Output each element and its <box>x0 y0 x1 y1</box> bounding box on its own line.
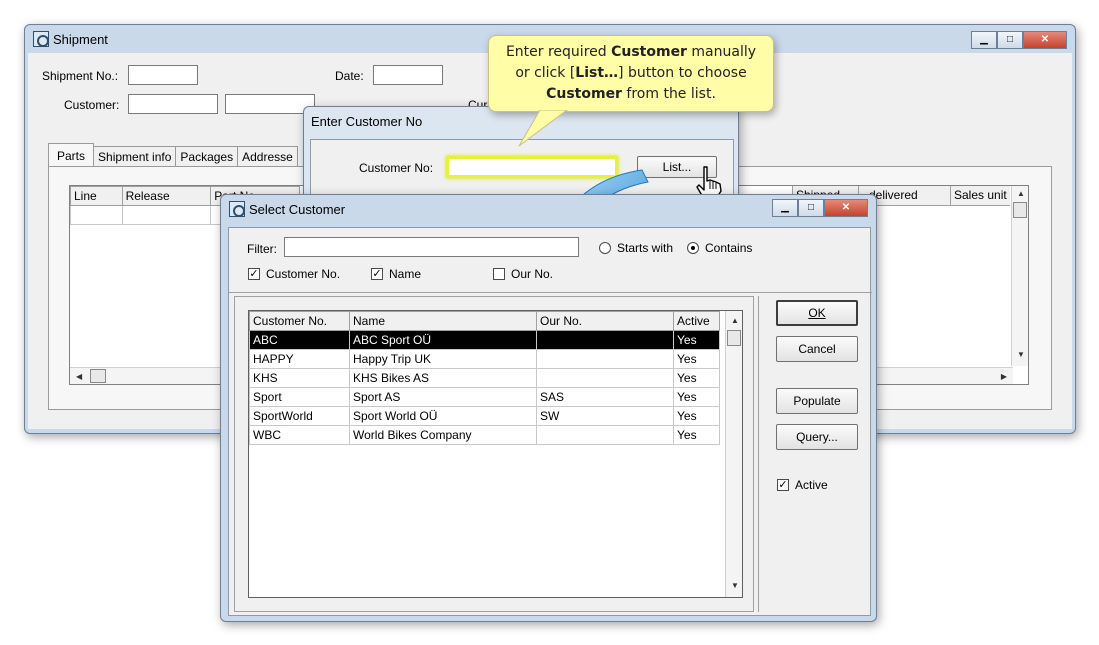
parts-grid-vscroll[interactable]: ▲ ▼ <box>1011 186 1028 366</box>
query-button[interactable]: Query... <box>776 424 858 450</box>
select-customer-dialog: Select Customer ▁ □ ✕ Filter: Starts wit… <box>220 194 877 622</box>
col-customer-no[interactable]: Customer No. <box>249 311 350 331</box>
shipment-title: Shipment <box>53 31 108 47</box>
table-row[interactable]: KHS KHS Bikes AS Yes <box>249 368 720 388</box>
customer-table-header: Customer No. Name Our No. Active <box>249 311 720 331</box>
enter-customer-title: Enter Customer No <box>311 113 423 129</box>
customer-no-input[interactable] <box>446 156 618 178</box>
help-callout: Enter required Customer manually or clic… <box>488 35 774 112</box>
shipment-window-controls: ▁ □ ✕ <box>971 31 1067 49</box>
starts-with-radio[interactable]: Starts with <box>599 241 673 255</box>
select-customer-window-controls: ▁ □ ✕ <box>772 199 868 217</box>
name-checkbox[interactable]: ✓ Name <box>371 267 421 281</box>
table-row[interactable]: Sport Sport AS SAS Yes <box>249 387 720 407</box>
starts-with-radio-dot[interactable] <box>599 242 611 254</box>
customer-grid[interactable]: Customer No. Name Our No. Active ABC ABC … <box>248 310 743 598</box>
table-row[interactable]: HAPPY Happy Trip UK Yes <box>249 349 720 369</box>
select-customer-client: Filter: Starts with Contains ✓ Customer N… <box>228 227 872 616</box>
customer-label: Customer: <box>64 98 120 112</box>
parts-grid-hscroll-thumb[interactable] <box>90 369 106 383</box>
maximize-button[interactable]: □ <box>798 199 824 217</box>
customer-no-checkbox[interactable]: ✓ Customer No. <box>248 267 340 281</box>
table-row[interactable]: ABC ABC Sport OÜ Yes <box>249 330 720 350</box>
populate-button[interactable]: Populate <box>776 388 858 414</box>
our-no-checkbox[interactable]: Our No. <box>493 267 553 281</box>
divider <box>229 292 872 293</box>
cancel-button[interactable]: Cancel <box>776 336 858 362</box>
callout-pointer <box>518 110 568 147</box>
col-name[interactable]: Name <box>349 311 537 331</box>
checkmark-icon[interactable]: ✓ <box>777 479 789 491</box>
customer-name-input[interactable] <box>225 94 315 114</box>
ok-label: OK <box>808 306 826 320</box>
minimize-button[interactable]: ▁ <box>971 31 997 49</box>
customer-grid-vscroll[interactable]: ▲ ▼ <box>725 311 742 597</box>
active-checkbox[interactable]: ✓ Active <box>777 478 828 492</box>
date-input[interactable] <box>373 65 443 85</box>
app-icon <box>229 201 245 217</box>
shipment-no-label: Shipment No.: <box>42 69 119 83</box>
col-sales-unit[interactable]: Sales unit <box>950 186 1010 205</box>
maximize-button[interactable]: □ <box>997 31 1023 49</box>
customer-table: Customer No. Name Our No. Active ABC ABC … <box>249 311 720 445</box>
select-customer-title: Select Customer <box>249 201 346 217</box>
col-active[interactable]: Active <box>673 311 720 331</box>
close-button[interactable]: ✕ <box>824 199 868 217</box>
cancel-label: Cancel <box>798 342 836 356</box>
col-line[interactable]: Line <box>70 186 123 206</box>
checkmark-icon[interactable]: ✓ <box>248 268 260 280</box>
filter-label: Filter: <box>247 242 277 256</box>
col-release[interactable]: Release <box>121 186 212 206</box>
shipment-no-input[interactable] <box>128 65 198 85</box>
app-icon <box>33 31 49 47</box>
contains-radio[interactable]: Contains <box>687 241 752 255</box>
checkmark-icon[interactable]: ✓ <box>371 268 383 280</box>
close-button[interactable]: ✕ <box>1023 31 1067 49</box>
table-row[interactable]: WBC World Bikes Company Yes <box>249 425 720 445</box>
customer-no-label: Customer No: <box>359 161 434 175</box>
parts-grid-vscroll-thumb[interactable] <box>1013 202 1027 218</box>
ok-button[interactable]: OK <box>776 300 858 326</box>
minimize-button[interactable]: ▁ <box>772 199 798 217</box>
contains-radio-dot[interactable] <box>687 242 699 254</box>
table-row[interactable]: SportWorld Sport World OÜ SW Yes <box>249 406 720 426</box>
customer-input[interactable] <box>128 94 218 114</box>
col-our-no[interactable]: Our No. <box>536 311 674 331</box>
filter-input[interactable] <box>284 237 579 257</box>
date-label: Date: <box>335 69 364 83</box>
customer-grid-vscroll-thumb[interactable] <box>727 330 741 346</box>
